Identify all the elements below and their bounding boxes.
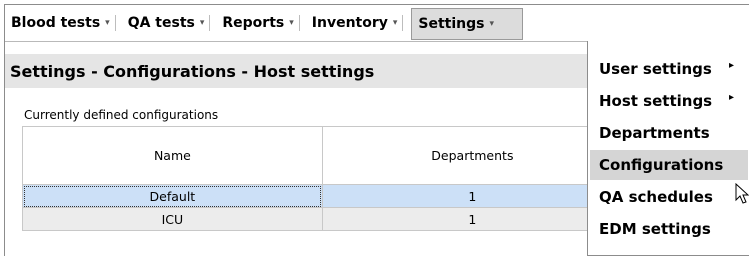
- chevron-down-icon: ▾: [105, 18, 110, 28]
- menu-qa-tests[interactable]: QA tests ▾: [122, 5, 211, 41]
- table-caption: Currently defined configurations: [24, 108, 219, 122]
- menu-item-host-settings[interactable]: Host settings ▸: [590, 86, 748, 116]
- column-header-name[interactable]: Name: [22, 126, 323, 185]
- cell-departments[interactable]: 1: [321, 207, 622, 231]
- table-row[interactable]: ICU 1: [22, 207, 622, 231]
- menu-item-label: EDM settings: [599, 220, 711, 238]
- menu-item-label: QA schedules: [599, 188, 713, 206]
- menu-item-qa-schedules[interactable]: QA schedules: [590, 182, 748, 212]
- menu-item-departments[interactable]: Departments: [590, 118, 748, 148]
- menu-item-label: User settings: [599, 60, 712, 78]
- cell-name[interactable]: Default: [22, 184, 323, 208]
- menu-settings[interactable]: Settings ▾: [411, 7, 524, 40]
- submenu-arrow-icon: ▸: [729, 60, 735, 71]
- menu-item-label: Host settings: [599, 92, 713, 110]
- settings-dropdown-menu: User settings ▸ Host settings ▸ Departme…: [587, 41, 749, 256]
- menu-item-label: Configurations: [599, 156, 724, 174]
- configurations-table: Name Departments Default 1 ICU 1: [22, 126, 622, 231]
- menu-inventory[interactable]: Inventory ▾: [306, 5, 404, 41]
- menubar: Blood tests ▾ QA tests ▾ Reports ▾ Inven…: [5, 5, 749, 42]
- table-row[interactable]: Default 1: [22, 184, 622, 208]
- table-header-row: Name Departments: [22, 126, 622, 185]
- menu-item-user-settings[interactable]: User settings ▸: [590, 54, 748, 84]
- menu-blood-tests[interactable]: Blood tests ▾: [5, 5, 116, 41]
- submenu-arrow-icon: ▸: [729, 92, 735, 103]
- menu-label: Settings: [418, 15, 485, 32]
- menu-label: Blood tests: [11, 15, 101, 31]
- chevron-down-icon: ▾: [392, 18, 398, 28]
- cell-name[interactable]: ICU: [22, 207, 323, 231]
- menu-item-configurations[interactable]: Configurations: [590, 150, 748, 180]
- menu-item-label: Departments: [599, 124, 710, 142]
- page-title: Settings - Configurations - Host setting…: [5, 54, 605, 88]
- menu-item-edm-settings[interactable]: EDM settings: [590, 214, 748, 244]
- menu-label: QA tests: [127, 15, 195, 31]
- menu-label: Inventory: [311, 15, 388, 31]
- chevron-down-icon: ▾: [289, 18, 294, 28]
- chevron-down-icon: ▾: [489, 18, 495, 29]
- mouse-pointer-icon: [735, 183, 749, 204]
- cell-departments[interactable]: 1: [321, 184, 622, 208]
- column-header-departments[interactable]: Departments: [321, 126, 622, 185]
- menu-reports[interactable]: Reports ▾: [216, 5, 301, 41]
- chevron-down-icon: ▾: [199, 18, 205, 28]
- menu-label: Reports: [222, 15, 285, 31]
